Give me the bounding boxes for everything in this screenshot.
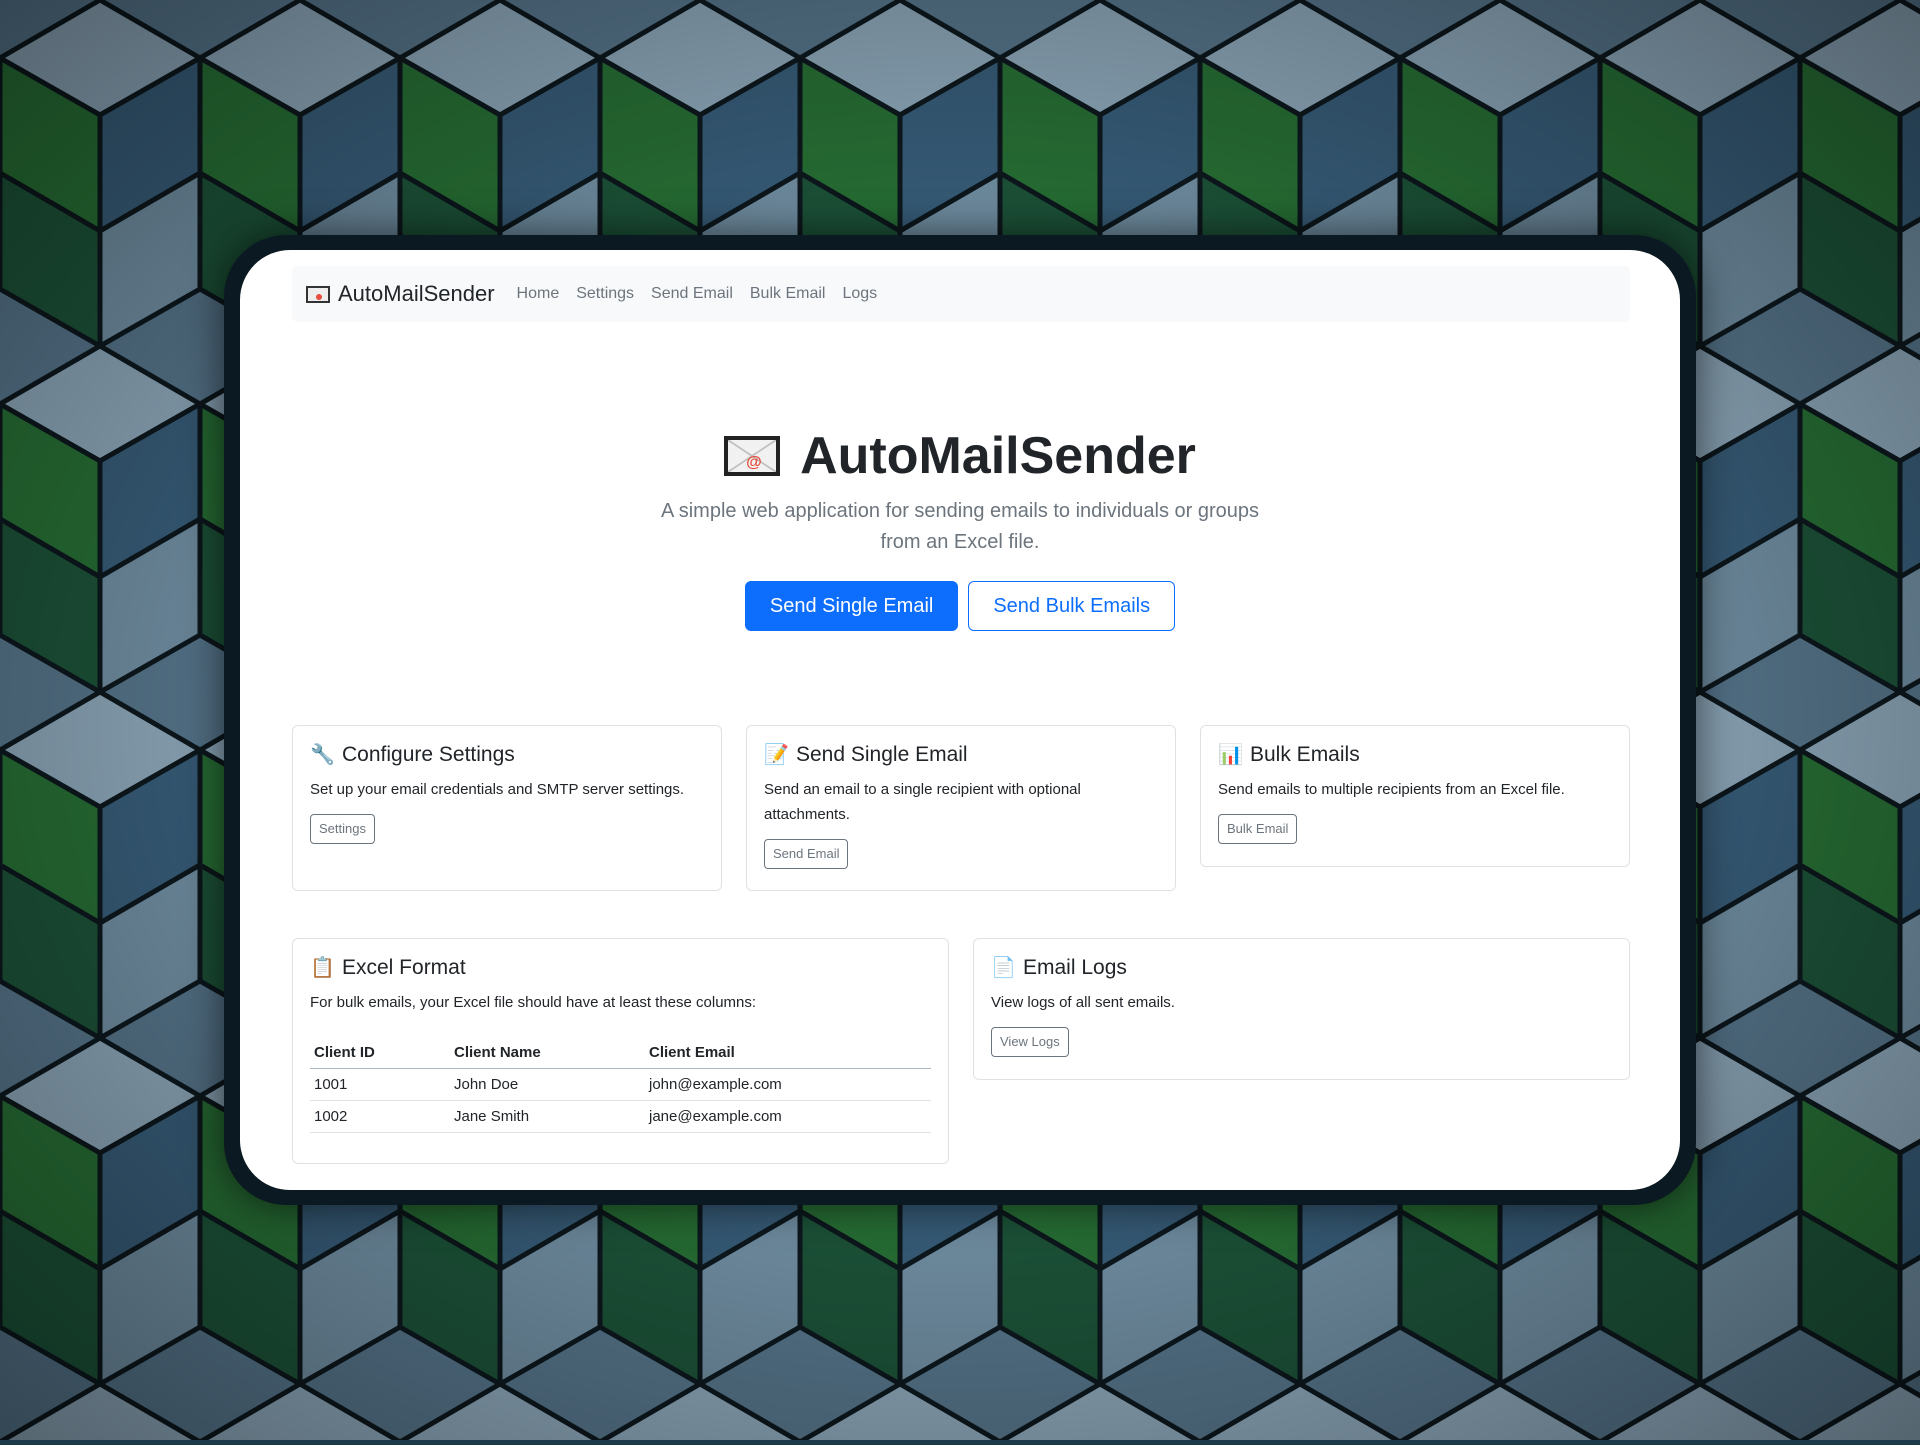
card-text: Send an email to a single recipient with… <box>764 781 1081 823</box>
cell: Jane Smith <box>450 1100 645 1133</box>
settings-button[interactable]: Settings <box>310 814 375 844</box>
nav-send-email[interactable]: Send Email <box>651 285 733 303</box>
envelope-at-icon: @ <box>724 436 781 476</box>
card-configure-settings: 🔧 Configure Settings Set up your email cr… <box>292 725 722 891</box>
envelope-icon <box>306 285 330 303</box>
card-bulk-emails: 📊 Bulk Emails Send emails to multiple rec… <box>1200 725 1630 867</box>
view-logs-button[interactable]: View Logs <box>991 1027 1069 1057</box>
bulk-email-button[interactable]: Bulk Email <box>1218 814 1298 844</box>
wrench-icon: 🔧 <box>310 744 335 766</box>
card-text: Set up your email credentials and SMTP s… <box>310 781 685 798</box>
card-excel-format: 📋 Excel Format For bulk emails, your Exce… <box>292 938 949 1164</box>
page-title: @ AutoMailSender <box>240 426 1680 486</box>
cell: 1001 <box>310 1068 450 1101</box>
card-title: Send Single Email <box>796 742 968 766</box>
clipboard-icon: 📋 <box>310 957 335 979</box>
nav-logs[interactable]: Logs <box>842 285 877 303</box>
column-header: Client ID <box>310 1037 450 1069</box>
send-single-email-button[interactable]: Send Single Email <box>744 581 959 631</box>
page-icon: 📄 <box>991 957 1016 979</box>
cell: jane@example.com <box>645 1100 931 1133</box>
title-text: AutoMailSender <box>800 427 1196 485</box>
cell: John Doe <box>450 1068 645 1101</box>
cell: john@example.com <box>645 1068 931 1101</box>
excel-columns-table: Client ID Client Name Client Email 1001 J… <box>310 1037 931 1133</box>
memo-icon: 📝 <box>764 744 789 766</box>
hero: @ AutoMailSender A simple web application… <box>240 426 1680 631</box>
nav-home[interactable]: Home <box>517 285 560 303</box>
table-row: 1001 John Doe john@example.com <box>310 1068 931 1101</box>
card-email-logs: 📄 Email Logs View logs of all sent emails… <box>973 938 1630 1080</box>
column-header: Client Email <box>645 1037 931 1069</box>
cell: 1002 <box>310 1100 450 1133</box>
hero-subtitle: A simple web application for sending ema… <box>660 500 1260 553</box>
bar-chart-icon: 📊 <box>1218 744 1243 766</box>
nav-bulk-email[interactable]: Bulk Email <box>750 285 826 303</box>
nav-settings[interactable]: Settings <box>576 285 634 303</box>
table-row: 1002 Jane Smith jane@example.com <box>310 1100 931 1133</box>
card-text: For bulk emails, your Excel file should … <box>310 994 757 1011</box>
card-text: Send emails to multiple recipients from … <box>1218 781 1565 798</box>
navbar: AutoMailSender Home Settings Send Email … <box>292 266 1630 322</box>
column-header: Client Name <box>450 1037 645 1069</box>
card-text: View logs of all sent emails. <box>991 994 1175 1011</box>
send-bulk-emails-button[interactable]: Send Bulk Emails <box>968 581 1176 631</box>
card-title: Configure Settings <box>342 742 515 766</box>
card-title: Bulk Emails <box>1250 742 1360 766</box>
send-email-button[interactable]: Send Email <box>764 839 849 869</box>
brand-label: AutoMailSender <box>338 281 495 306</box>
card-send-single-email: 📝 Send Single Email Send an email to a si… <box>746 725 1176 891</box>
navbar-brand[interactable]: AutoMailSender <box>306 281 495 307</box>
card-title: Email Logs <box>1023 955 1127 979</box>
app-window: AutoMailSender Home Settings Send Email … <box>240 250 1680 1190</box>
card-title: Excel Format <box>342 955 466 979</box>
